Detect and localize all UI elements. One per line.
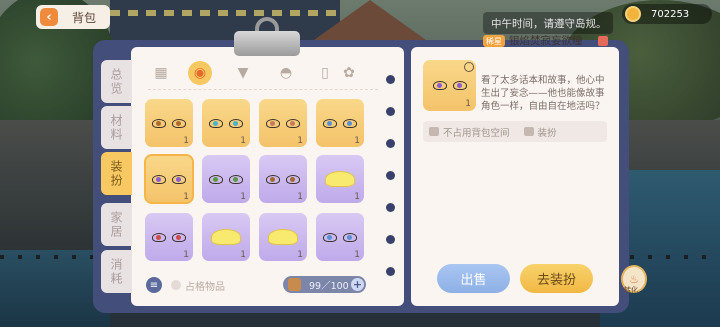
item-description: 看了太多话本和故事，他心中生出了妄念——他也能像故事角色一样，自由自在地活吗？ bbox=[481, 75, 605, 112]
binder-ring bbox=[386, 107, 395, 116]
item-count: 1 bbox=[183, 136, 189, 146]
item-name: 银焰焚寂妄欲瞳 bbox=[509, 35, 583, 47]
item-count: 1 bbox=[354, 192, 360, 202]
convert-label: 转化 bbox=[624, 286, 638, 294]
inventory-item[interactable]: 1 bbox=[202, 155, 250, 203]
item-count: 1 bbox=[297, 250, 303, 260]
eye-icon bbox=[172, 174, 186, 184]
eye-icon bbox=[229, 174, 243, 184]
inventory-item[interactable]: 1 bbox=[316, 99, 364, 147]
detail-item-preview: 1 bbox=[423, 60, 476, 111]
inventory-item[interactable]: 1 bbox=[202, 213, 250, 261]
tab-overview[interactable]: 总览 bbox=[101, 60, 132, 103]
item-count: 1 bbox=[240, 192, 246, 202]
phone-icon[interactable]: ▯ bbox=[315, 63, 335, 83]
binder-ring bbox=[386, 75, 395, 84]
item-count: 1 bbox=[465, 99, 471, 109]
inventory-item[interactable]: 1 bbox=[259, 213, 307, 261]
inventory-item[interactable]: 1 bbox=[259, 99, 307, 147]
tab-consumables[interactable]: 消耗 bbox=[101, 250, 132, 293]
rarity-badge: 稀星 bbox=[483, 35, 505, 47]
capacity-value: 99／100 bbox=[309, 280, 349, 292]
eye-icon bbox=[152, 232, 166, 242]
tag-type: 装扮 bbox=[537, 127, 557, 139]
page-title: 背包 bbox=[72, 10, 97, 25]
inventory-item[interactable]: 1 bbox=[144, 154, 194, 204]
binder-ring bbox=[386, 139, 395, 148]
inventory-item[interactable]: 1 bbox=[316, 155, 364, 203]
bag-capacity: 99／100 + bbox=[283, 276, 366, 293]
binder-ring bbox=[386, 171, 395, 180]
hint-text: 中午时间，请遵守岛规。 bbox=[483, 12, 613, 34]
coin-icon bbox=[625, 6, 641, 22]
occupy-label: 占格物品 bbox=[185, 282, 225, 293]
tab-furniture[interactable]: 家居 bbox=[101, 203, 132, 246]
tab-outfit[interactable]: 装扮 bbox=[101, 152, 132, 195]
bag-icon bbox=[288, 278, 301, 291]
equip-button[interactable]: 去装扮 bbox=[520, 264, 593, 293]
coin-value: 702253 bbox=[651, 8, 690, 20]
outfit-icon bbox=[523, 127, 534, 136]
occupy-checkbox[interactable] bbox=[171, 280, 181, 290]
tag-no-space: 不占用背包空间 bbox=[443, 127, 510, 139]
menu-icon[interactable]: ≡ bbox=[146, 277, 162, 293]
back-arrow-icon: ‹ bbox=[40, 8, 58, 26]
eye-icon bbox=[152, 118, 166, 128]
bottle-icon: ♨ bbox=[629, 272, 639, 286]
eye-icon bbox=[172, 118, 186, 128]
item-count: 1 bbox=[240, 250, 246, 260]
binder-ring bbox=[386, 235, 395, 244]
eye-icon bbox=[266, 118, 280, 128]
zoom-icon[interactable] bbox=[464, 62, 474, 72]
item-count: 1 bbox=[297, 136, 303, 146]
eye-icon bbox=[172, 232, 186, 242]
pudding-hat-icon bbox=[325, 171, 355, 187]
tag-icon bbox=[598, 36, 608, 46]
eye-icon bbox=[286, 118, 300, 128]
eye-icon bbox=[432, 81, 447, 90]
inventory-item[interactable]: 1 bbox=[145, 213, 193, 261]
settings-icon[interactable]: ✿ bbox=[339, 63, 359, 83]
binder-ring bbox=[386, 267, 395, 276]
inventory-item[interactable]: 1 bbox=[145, 99, 193, 147]
sell-button[interactable]: 出售 bbox=[437, 264, 510, 293]
divider bbox=[148, 89, 378, 90]
eye-icon bbox=[266, 174, 280, 184]
clipboard-clip-icon bbox=[234, 17, 300, 56]
inventory-item[interactable]: 1 bbox=[202, 99, 250, 147]
inventory-item[interactable]: 1 bbox=[259, 155, 307, 203]
eye-icon bbox=[229, 118, 243, 128]
item-count: 1 bbox=[240, 136, 246, 146]
eye-icon bbox=[323, 232, 337, 242]
tab-materials[interactable]: 材料 bbox=[101, 106, 132, 149]
bag-icon bbox=[429, 127, 439, 136]
pudding-hat-icon bbox=[268, 229, 298, 245]
item-count: 1 bbox=[354, 250, 360, 260]
eye-icon bbox=[323, 118, 337, 128]
eye-icon bbox=[209, 118, 223, 128]
eye-icon bbox=[286, 174, 300, 184]
item-count: 1 bbox=[183, 192, 189, 202]
eye-icon bbox=[209, 174, 223, 184]
hat-icon[interactable]: ◓ bbox=[276, 63, 296, 83]
item-count: 1 bbox=[183, 250, 189, 260]
eye-icon bbox=[343, 118, 357, 128]
shirt-icon[interactable]: ▼ bbox=[233, 63, 253, 83]
item-count: 1 bbox=[354, 136, 360, 146]
inventory-item[interactable]: 1 bbox=[316, 213, 364, 261]
expand-capacity-button[interactable]: + bbox=[351, 278, 364, 291]
makeup-icon[interactable]: ◉ bbox=[188, 61, 212, 85]
eye-icon bbox=[343, 232, 357, 242]
back-button[interactable]: ‹ 背包 bbox=[36, 5, 110, 29]
item-tags: 不占用背包空间 装扮 bbox=[423, 121, 607, 142]
eye-icon bbox=[452, 81, 467, 90]
item-count: 1 bbox=[297, 192, 303, 202]
grid-icon[interactable]: ▦ bbox=[151, 63, 171, 83]
eye-icon bbox=[152, 174, 166, 184]
pudding-hat-icon bbox=[211, 229, 241, 245]
binder-ring bbox=[386, 203, 395, 212]
coin-counter: 702253 bbox=[622, 4, 712, 24]
